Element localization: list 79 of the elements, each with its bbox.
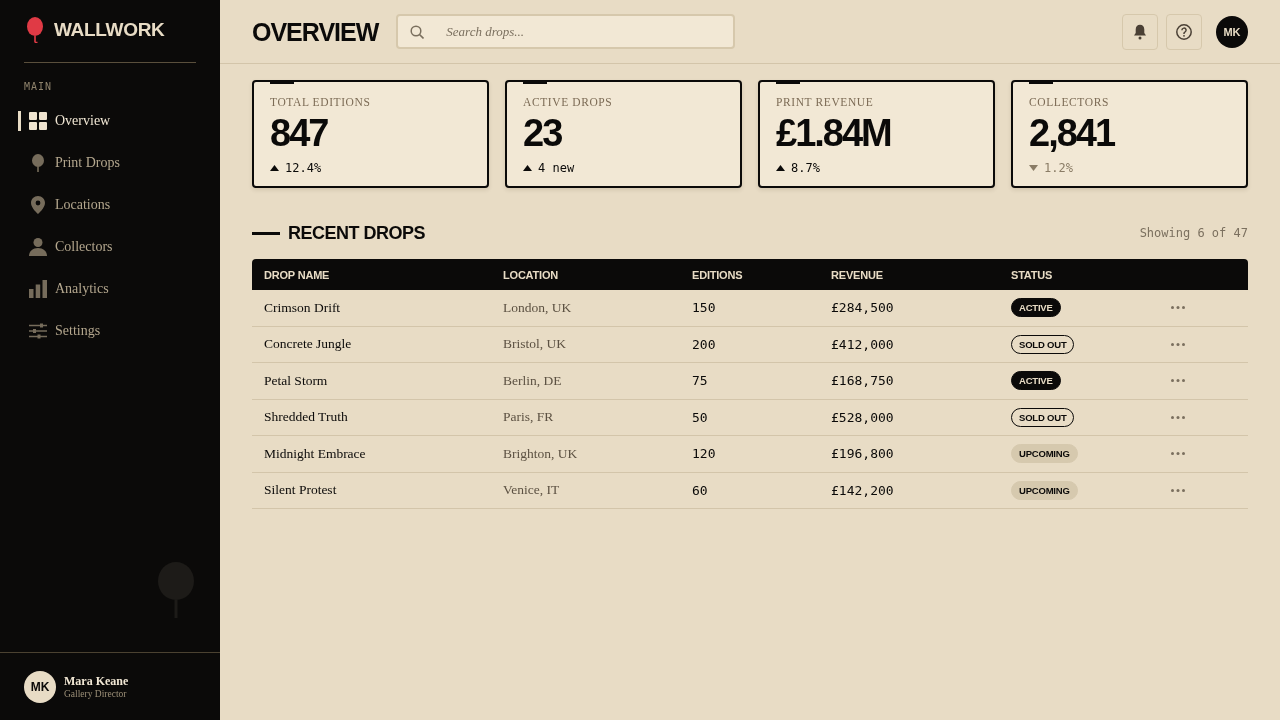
drop-location: Venice, IT: [503, 482, 560, 499]
more-dots-icon: [1171, 342, 1185, 346]
section-title: RECENT DROPS: [288, 222, 425, 245]
brand-name: WALLWORK: [54, 18, 165, 42]
status-badge: UPCOMING: [1011, 480, 1078, 500]
person-icon: [29, 238, 47, 256]
user-role: Gallery Director: [64, 687, 127, 701]
stat-value: 847: [270, 113, 328, 153]
help-icon: [1176, 23, 1192, 40]
user-avatar: MK: [24, 671, 56, 703]
revenue-amount: £196,800: [831, 446, 894, 462]
drop-name: Midnight Embrace: [264, 445, 366, 462]
more-dots-icon: [1171, 488, 1185, 492]
balloon-logo-icon: [27, 17, 43, 43]
more-dots-icon: [1171, 415, 1185, 419]
drop-location: Berlin, DE: [503, 372, 562, 389]
help-button[interactable]: [1166, 13, 1202, 50]
stat-value: £1.84M: [776, 113, 891, 153]
more-dots-icon: [1171, 379, 1185, 383]
editions-count: 75: [692, 373, 708, 389]
nav-item[interactable]: Collectors: [18, 237, 196, 257]
nav-item[interactable]: Settings: [18, 321, 196, 341]
drop-location: London, UK: [503, 299, 572, 316]
stat-change: 1.2%: [1044, 161, 1073, 175]
status-badge: ACTIVE: [1011, 371, 1061, 391]
stat-change: 8.7%: [791, 161, 820, 175]
editions-count: 200: [692, 336, 716, 352]
revenue-amount: £412,000: [831, 336, 894, 352]
revenue-amount: £168,750: [831, 373, 894, 389]
stat-label: PRINT REVENUE: [776, 95, 874, 109]
nav-item[interactable]: Locations: [18, 195, 196, 215]
search-icon: [410, 25, 425, 39]
revenue-amount: £528,000: [831, 409, 894, 425]
user-avatar[interactable]: MK: [1216, 15, 1248, 48]
results-count: Showing 6 of 47: [1139, 226, 1248, 240]
more-dots-icon: [1171, 306, 1185, 310]
drop-name: Shredded Truth: [264, 409, 348, 426]
column-header: REVENUE: [831, 268, 883, 281]
section-label: MAIN: [24, 81, 53, 93]
nav-item[interactable]: Print Drops: [18, 153, 196, 173]
map-pin-icon: [31, 196, 45, 214]
bar-chart-icon: [29, 280, 47, 298]
drop-location: Paris, FR: [503, 409, 554, 426]
stat-change: 12.4%: [285, 161, 322, 175]
nav-item[interactable]: Analytics: [18, 279, 196, 299]
stat-label: COLLECTORS: [1029, 95, 1109, 109]
editions-count: 50: [692, 409, 708, 425]
column-header: LOCATION: [503, 268, 559, 281]
balloon-icon: [32, 154, 44, 172]
editions-count: 120: [692, 446, 716, 462]
more-dots-icon: [1171, 452, 1185, 456]
status-badge: UPCOMING: [1011, 444, 1078, 464]
stat-value: 23: [523, 113, 562, 153]
column-header: STATUS: [1011, 268, 1053, 281]
user-name: Mara Keane: [64, 673, 129, 688]
drop-location: Brighton, UK: [503, 445, 578, 462]
revenue-amount: £142,200: [831, 482, 894, 498]
stat-label: TOTAL EDITIONS: [270, 95, 371, 109]
stat-label: ACTIVE DROPS: [523, 95, 613, 109]
sliders-icon: [29, 323, 47, 339]
drop-name: Silent Protest: [264, 482, 337, 499]
drop-name: Petal Storm: [264, 372, 328, 389]
notifications-button[interactable]: [1122, 13, 1158, 50]
status-badge: ACTIVE: [1011, 298, 1061, 318]
stat-value: 2,841: [1029, 113, 1115, 153]
stat-change: 4 new: [538, 161, 575, 175]
bell-icon: [1133, 23, 1147, 40]
column-header: DROP NAME: [264, 268, 330, 281]
editions-count: 150: [692, 300, 716, 316]
nav-item[interactable]: Overview: [18, 111, 196, 131]
drop-name: Crimson Drift: [264, 299, 341, 316]
drop-location: Bristol, UK: [503, 336, 566, 353]
page-title: OVERVIEW: [252, 16, 379, 47]
column-header: EDITIONS: [692, 268, 743, 281]
grid-icon: [29, 112, 47, 130]
editions-count: 60: [692, 482, 708, 498]
drop-name: Concrete Jungle: [264, 336, 352, 353]
search-field[interactable]: Search drops...: [396, 14, 736, 49]
revenue-amount: £284,500: [831, 300, 894, 316]
